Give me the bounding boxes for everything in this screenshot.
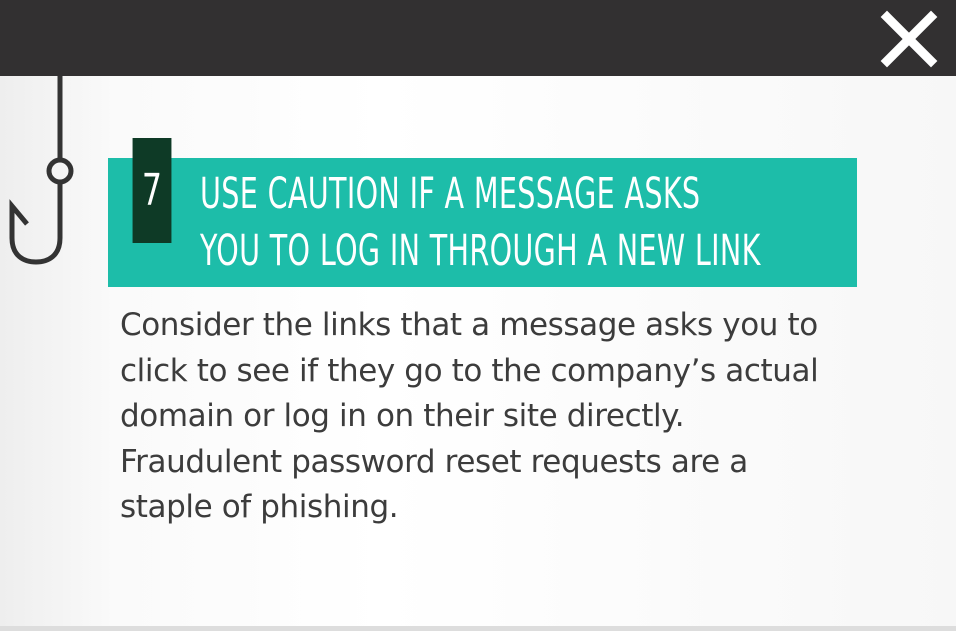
bottom-divider xyxy=(0,626,956,631)
close-icon xyxy=(880,10,938,68)
tip-body-line-3: domain or log in on their site directly. xyxy=(120,398,685,434)
close-button[interactable] xyxy=(878,8,940,70)
tip-body-line-4: Fraudulent password reset requests are a xyxy=(120,443,748,480)
fishing-hook-icon xyxy=(9,76,74,265)
top-bar xyxy=(0,0,956,76)
tip-title-line-2: YOU TO LOG IN THROUGH A NEW LINK xyxy=(200,226,761,276)
tip-body: Consider the links that a message asks y… xyxy=(120,303,880,531)
tip-title: USE CAUTION IF A MESSAGE ASKS YOU TO LOG… xyxy=(200,166,838,280)
tip-body-line-5: staple of phishing. xyxy=(120,489,399,525)
tip-body-line-2: click to see if they go to the company’s… xyxy=(120,352,819,389)
fishing-hook-decoration xyxy=(0,76,80,276)
tip-body-line-1: Consider the links that a message asks y… xyxy=(120,307,818,343)
tip-number-badge: 7 xyxy=(132,138,172,243)
tip-title-line-1: USE CAUTION IF A MESSAGE ASKS xyxy=(200,169,701,219)
